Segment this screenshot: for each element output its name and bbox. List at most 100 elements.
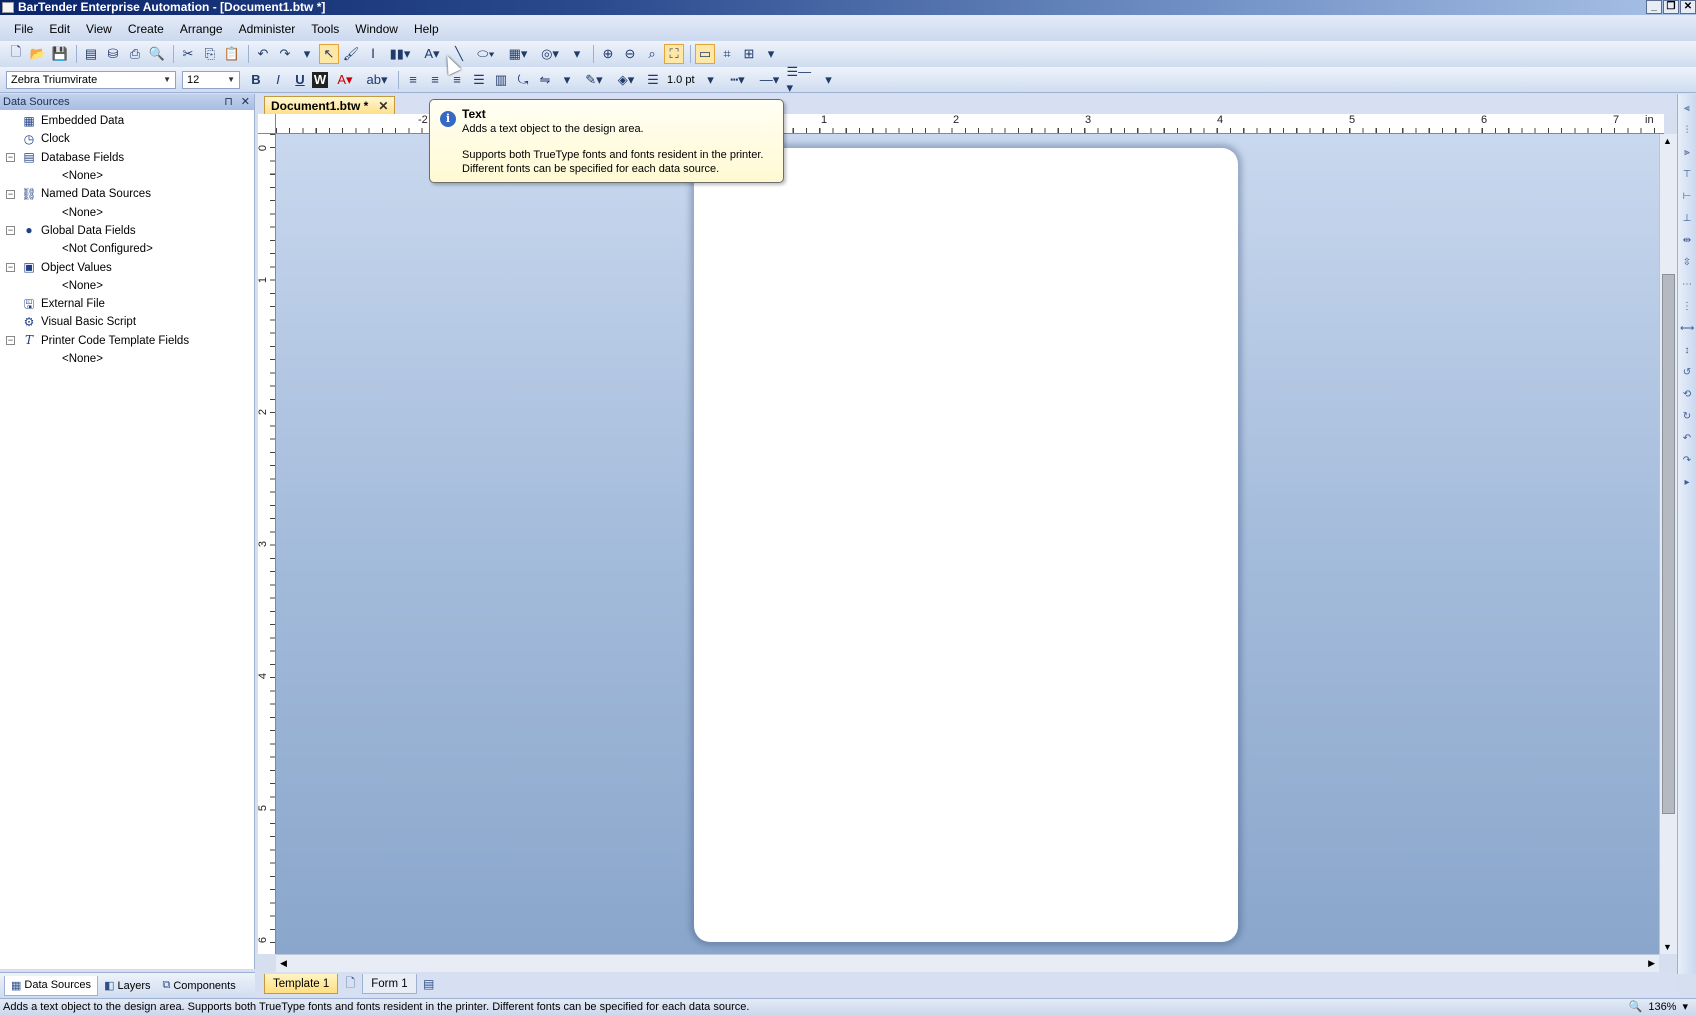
tree-item-named-data-sources[interactable]: − ⛓ Named Data Sources: [0, 185, 254, 203]
collapse-icon[interactable]: −: [6, 263, 15, 273]
print-preview-icon[interactable]: 🔍: [147, 44, 167, 64]
tree-child-item[interactable]: <None>: [0, 167, 254, 185]
tab-components[interactable]: ⧉ Components: [157, 976, 242, 996]
snap-grid-icon[interactable]: ⌗: [717, 44, 737, 64]
copy-icon[interactable]: ⎘: [200, 44, 220, 64]
mirror-text-icon[interactable]: ⇋: [535, 70, 555, 90]
tab-form-1[interactable]: Form 1: [362, 974, 417, 994]
tab-layers[interactable]: ◧ Layers: [98, 976, 156, 996]
distribute-horizontal-icon[interactable]: ⋯: [1680, 278, 1694, 292]
rotate-left-icon[interactable]: ↶: [1680, 432, 1694, 446]
chevron-down-icon[interactable]: ▾: [701, 70, 721, 90]
fill-color-icon[interactable]: ◈▾: [611, 70, 641, 90]
border-style-icon[interactable]: ☰—▾: [787, 64, 817, 95]
tree-child-item[interactable]: <None>: [0, 350, 254, 368]
zoom-in-icon[interactable]: ⊕: [598, 44, 618, 64]
rotate-right-icon[interactable]: ↷: [1680, 454, 1694, 468]
tree-item-embedded-data[interactable]: ▦ Embedded Data: [0, 112, 254, 130]
wordwrap-button[interactable]: W: [312, 71, 328, 88]
distribute-vertical-icon[interactable]: ⋮: [1680, 300, 1694, 314]
line-thickness-icon[interactable]: ☰: [643, 70, 663, 90]
tab-template-1[interactable]: Template 1: [264, 974, 339, 994]
align-right-edges-icon[interactable]: ⫸: [1680, 146, 1694, 160]
tree-item-database-fields[interactable]: − ▤ Database Fields: [0, 149, 254, 167]
zoom-out-icon[interactable]: ⊖: [620, 44, 640, 64]
menu-view[interactable]: View: [78, 22, 120, 36]
tree-item-visual-basic-script[interactable]: ⚙ Visual Basic Script: [0, 313, 254, 331]
menu-file[interactable]: File: [6, 22, 41, 36]
center-horizontal-icon[interactable]: ⇹: [1680, 234, 1694, 248]
bold-button[interactable]: B: [246, 70, 266, 90]
rotate-270-icon[interactable]: ↻: [1680, 410, 1694, 424]
paste-icon[interactable]: 📋: [222, 44, 242, 64]
text-cursor-icon[interactable]: Ⅰ: [363, 44, 383, 64]
toolbar-overflow-icon[interactable]: ▾: [567, 44, 587, 64]
close-icon[interactable]: ✕: [378, 98, 388, 114]
align-left-icon[interactable]: ≡: [403, 70, 423, 90]
toolbar-overflow-icon[interactable]: ▾: [761, 44, 781, 64]
new-document-icon[interactable]: 🗋: [6, 44, 26, 64]
tree-item-global-data-fields[interactable]: − ● Global Data Fields: [0, 222, 254, 240]
justify-icon[interactable]: ☰: [469, 70, 489, 90]
ruler-toggle-icon[interactable]: ▭: [695, 44, 715, 64]
pin-icon[interactable]: ⊓: [224, 94, 233, 110]
tree-child-item[interactable]: <Not Configured>: [0, 240, 254, 258]
scroll-down-icon[interactable]: ▼: [1663, 942, 1672, 952]
same-height-icon[interactable]: ↕: [1680, 344, 1694, 358]
scroll-up-icon[interactable]: ▲: [1663, 136, 1672, 146]
line-width-value[interactable]: 1.0 pt: [667, 74, 695, 86]
picture-tool-icon[interactable]: ▦▾: [503, 44, 533, 64]
cut-icon[interactable]: ✂: [178, 44, 198, 64]
menu-edit[interactable]: Edit: [41, 22, 78, 36]
line-style-icon[interactable]: —▾: [755, 70, 785, 90]
horizontal-scrollbar[interactable]: ◀ ▶: [276, 954, 1659, 972]
barcode-tool-icon[interactable]: ▮▮▾: [385, 44, 415, 64]
menu-administer[interactable]: Administer: [231, 22, 304, 36]
align-centers-icon[interactable]: ⫶: [1680, 124, 1694, 138]
underline-button[interactable]: U: [290, 70, 310, 90]
menu-tools[interactable]: Tools: [303, 22, 347, 36]
collapse-icon[interactable]: −: [6, 189, 15, 199]
chevron-down-icon[interactable]: ▾: [1682, 999, 1688, 1016]
scroll-right-icon[interactable]: ▶: [1648, 958, 1655, 969]
tree-item-external-file[interactable]: 🖫 External File: [0, 295, 254, 313]
align-middles-icon[interactable]: ⊢: [1680, 190, 1694, 204]
menu-create[interactable]: Create: [120, 22, 172, 36]
font-color-icon[interactable]: A▾: [330, 70, 360, 90]
grid-icon[interactable]: ⊞: [739, 44, 759, 64]
tree-child-item[interactable]: <None>: [0, 277, 254, 295]
zoom-window-icon[interactable]: ⌕: [642, 44, 662, 64]
highlight-color-icon[interactable]: ab▾: [362, 70, 392, 90]
redo-icon[interactable]: ↷: [275, 44, 295, 64]
align-bottom-edges-icon[interactable]: ⊥: [1680, 212, 1694, 226]
vertical-scrollbar[interactable]: ▲ ▼: [1659, 134, 1677, 954]
label-template-page[interactable]: [694, 148, 1238, 942]
align-top-edges-icon[interactable]: ⊤: [1680, 168, 1694, 182]
close-icon[interactable]: ✕: [241, 94, 250, 110]
line-color-icon[interactable]: ✎▾: [579, 70, 609, 90]
minimize-button[interactable]: _: [1646, 0, 1662, 14]
tree-item-object-values[interactable]: − ▣ Object Values: [0, 258, 254, 276]
zoom-fit-icon[interactable]: ⛶: [664, 44, 684, 64]
print-icon[interactable]: ⎙: [125, 44, 145, 64]
undo-icon[interactable]: ↶: [253, 44, 273, 64]
scroll-thumb[interactable]: [1662, 274, 1675, 814]
tree-item-printer-code-template-fields[interactable]: − T Printer Code Template Fields: [0, 332, 254, 350]
rotate-180-icon[interactable]: ⟲: [1680, 388, 1694, 402]
tree-child-item[interactable]: <None>: [0, 203, 254, 221]
rfid-tool-icon[interactable]: ◎▾: [535, 44, 565, 64]
full-justify-icon[interactable]: ▥: [491, 70, 511, 90]
toolbar-overflow-icon[interactable]: ▸: [1680, 476, 1694, 490]
zoom-control[interactable]: 🔍 136% ▾: [1629, 999, 1688, 1016]
open-folder-icon[interactable]: 📂: [28, 44, 48, 64]
align-left-edges-icon[interactable]: ⫷: [1680, 102, 1694, 116]
add-form-icon[interactable]: ▤: [419, 974, 439, 994]
rotate-90-icon[interactable]: ↺: [1680, 366, 1694, 380]
format-painter-icon[interactable]: 🖌: [341, 44, 361, 64]
database-icon[interactable]: ⛁: [103, 44, 123, 64]
document-tab[interactable]: Document1.btw * ✕: [264, 96, 396, 114]
collapse-icon[interactable]: −: [6, 336, 15, 346]
tree-item-clock[interactable]: ◷ Clock: [0, 130, 254, 148]
collapse-icon[interactable]: −: [6, 153, 15, 163]
collapse-icon[interactable]: −: [6, 226, 15, 236]
